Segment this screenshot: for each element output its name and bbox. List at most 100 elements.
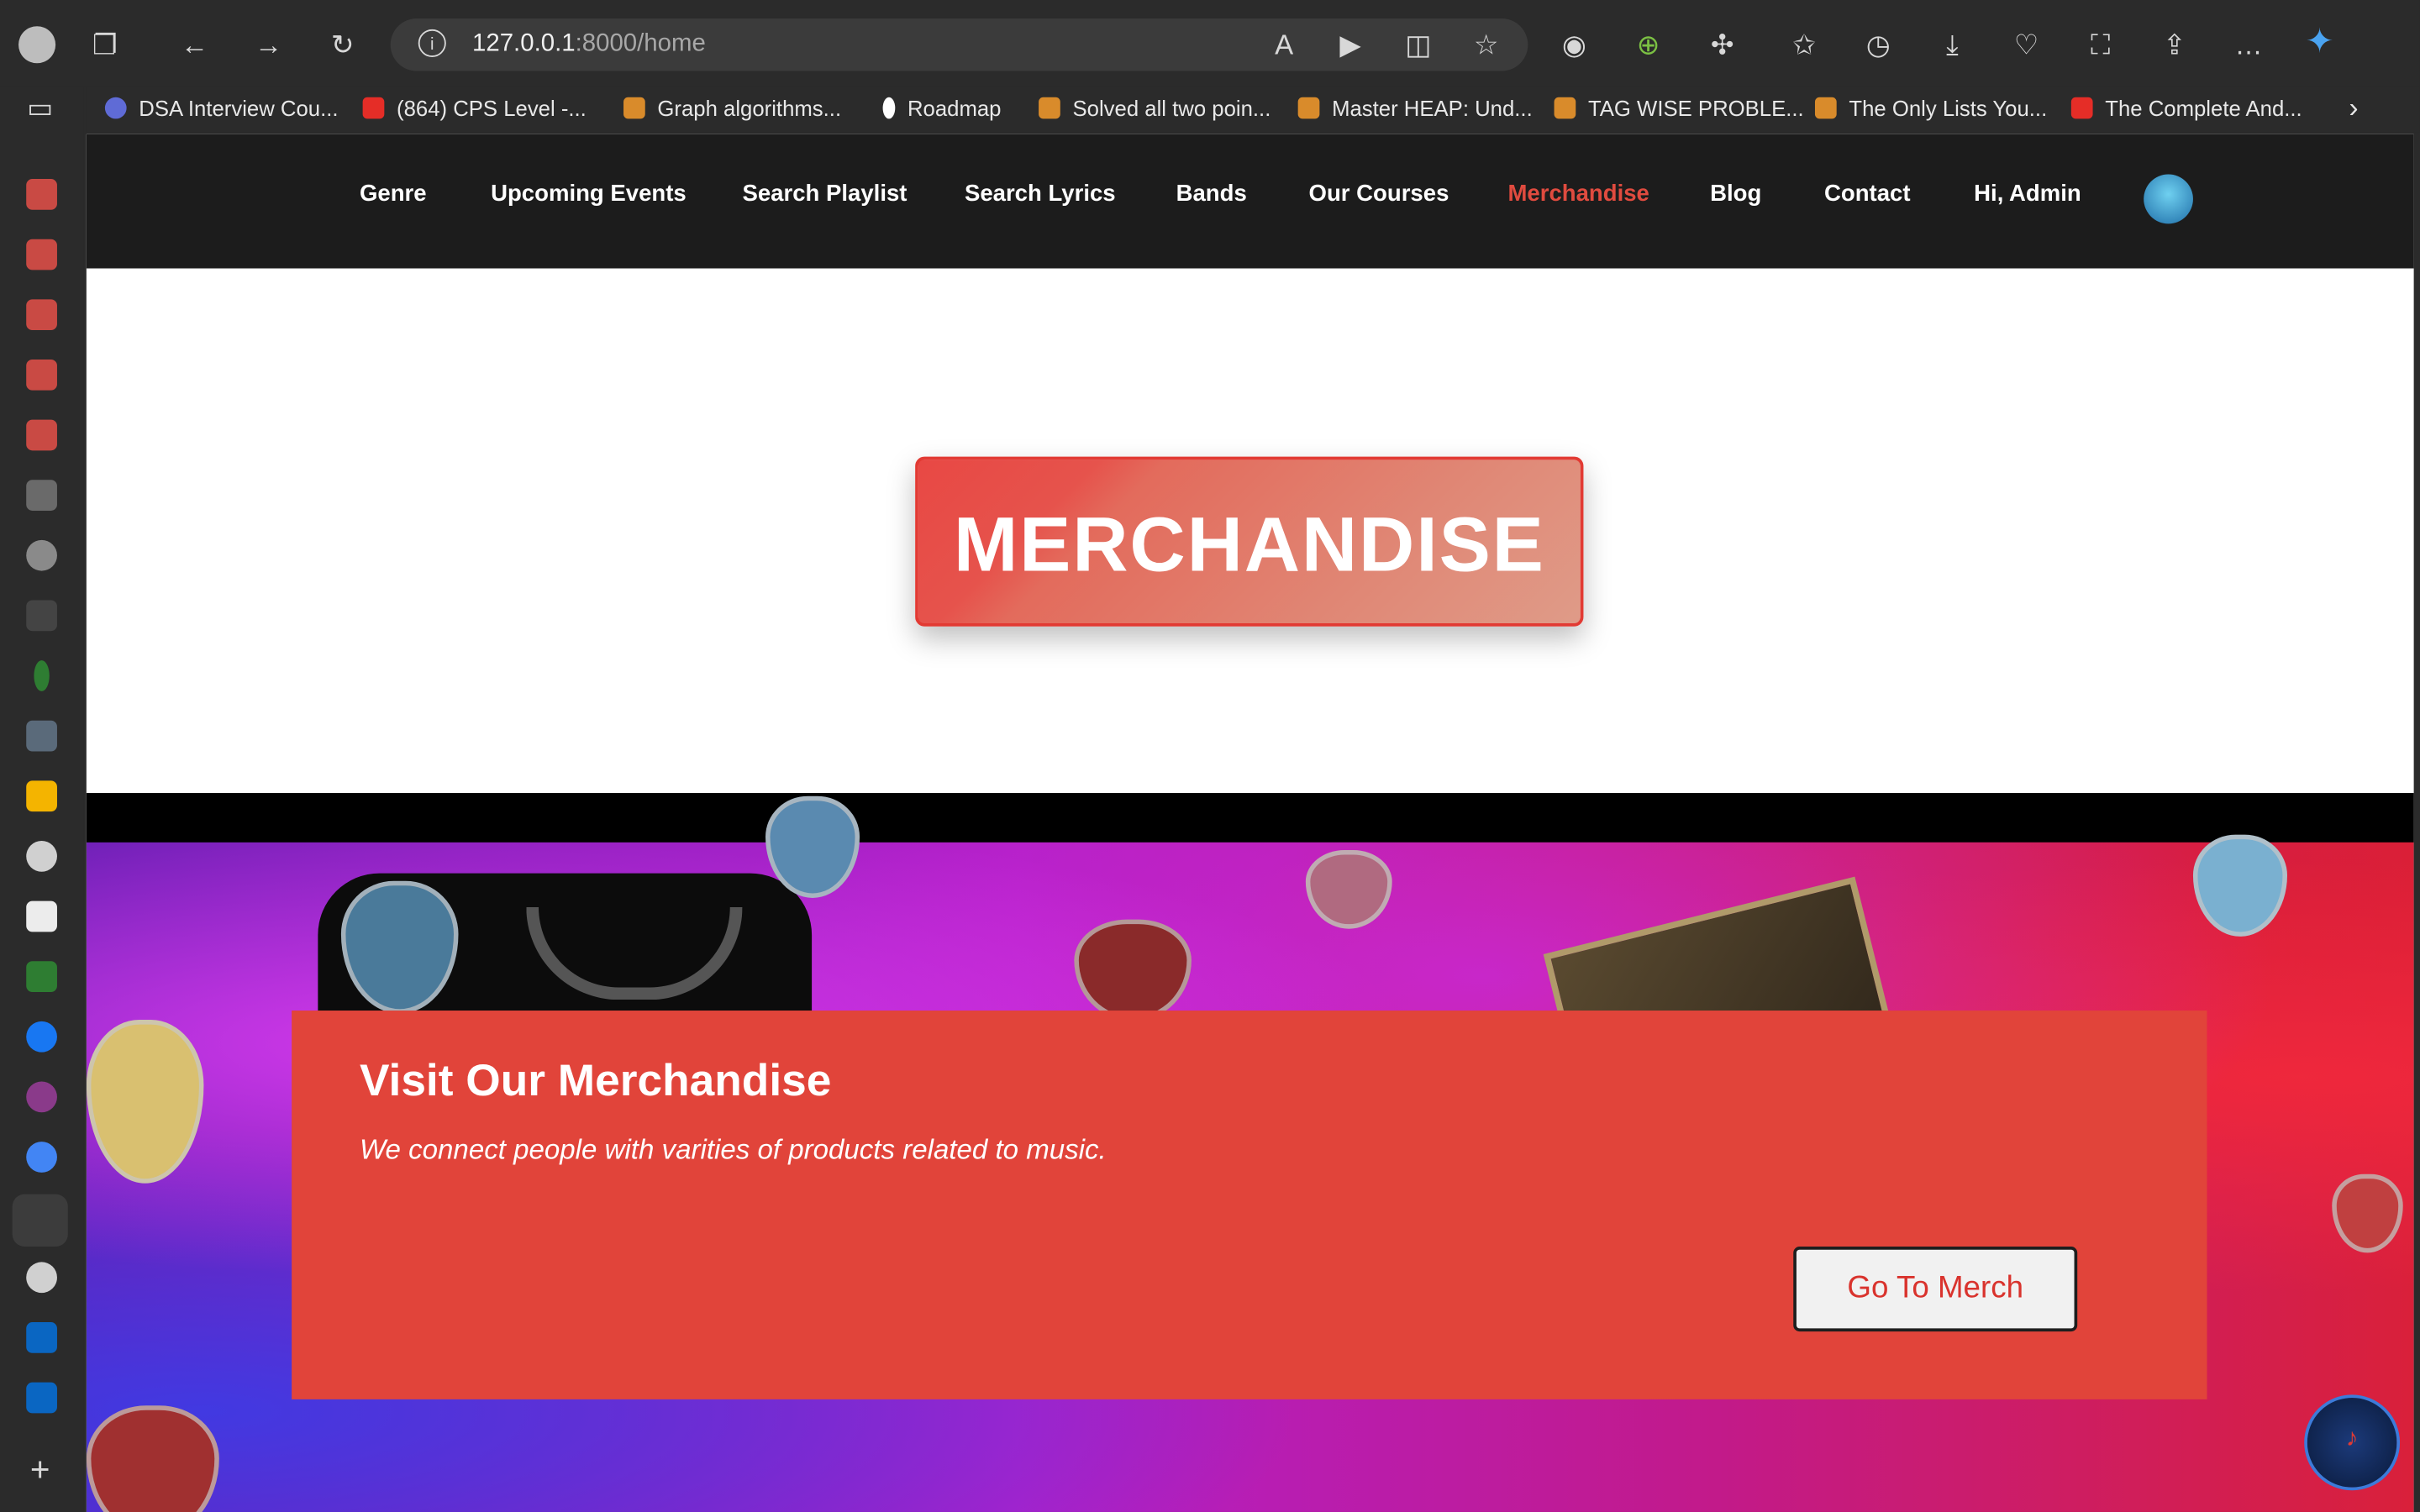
bookmark-item[interactable]: The Complete And... — [2070, 91, 2302, 124]
bookmark-label: TAG WISE PROBLE... — [1587, 95, 1804, 121]
downloads-icon[interactable]: ⤓ — [1931, 26, 1974, 63]
forward-icon[interactable]: → — [247, 26, 290, 63]
nav-user-greeting[interactable]: Hi, Admin — [1974, 181, 2081, 207]
leetcode-icon — [1297, 97, 1320, 119]
chatgpt-tab-icon[interactable] — [26, 1262, 57, 1294]
pdf-tab-icon[interactable] — [26, 239, 57, 270]
nav-search-lyrics[interactable]: Search Lyrics — [965, 181, 1116, 207]
bookmark-label: The Only Lists You... — [1849, 95, 2048, 121]
history-icon[interactable]: ◷ — [1857, 26, 1900, 63]
extensions-icon[interactable]: ✣ — [1701, 26, 1744, 63]
nav-bands[interactable]: Bands — [1176, 181, 1247, 207]
tabs-icon[interactable]: ❐ — [83, 26, 126, 63]
extension-glasses-icon[interactable]: ◉ — [1553, 26, 1596, 63]
active-document-tab-icon[interactable] — [12, 1194, 68, 1247]
bookmark-label: Roadmap — [907, 95, 1002, 121]
triangle-tab-icon[interactable] — [26, 720, 57, 752]
new-tab-plus-icon[interactable]: + — [18, 1451, 61, 1488]
leaf-tab-icon[interactable] — [26, 961, 57, 992]
guitar-pick-image — [2192, 834, 2287, 937]
address-bar[interactable]: i 127.0.0.1:8000/home A ▶ ◫ ☆ — [390, 18, 1528, 71]
folder-tab-icon[interactable] — [26, 600, 57, 632]
leetcode-icon — [1554, 97, 1576, 119]
nav-genre[interactable]: Genre — [360, 181, 427, 207]
site-info-icon[interactable]: i — [418, 29, 446, 57]
bookmark-label: (864) CPS Level -... — [397, 95, 587, 121]
building-tab-icon[interactable] — [26, 480, 57, 511]
bookmark-item[interactable]: Master HEAP: Und... — [1297, 91, 1533, 124]
bookmark-item[interactable]: DSA Interview Cou... — [104, 91, 339, 124]
mongodb-tab-icon[interactable] — [34, 660, 50, 691]
bookmarks-more-chevron-icon[interactable]: › — [2349, 91, 2358, 124]
profile-tab-icon[interactable] — [26, 1081, 57, 1113]
hero-section: MERCHANDISE — [86, 268, 2414, 860]
guitar-pick-image — [1074, 919, 1192, 1021]
profile-avatar[interactable] — [18, 26, 56, 64]
merch-heading: Visit Our Merchandise — [359, 1057, 832, 1106]
read-aloud-icon[interactable]: A — [1262, 26, 1305, 63]
merchandise-title-badge: MERCHANDISE — [915, 456, 1584, 627]
bookmark-label: Master HEAP: Und... — [1332, 95, 1533, 121]
favorite-star-icon[interactable]: ☆ — [1465, 26, 1507, 63]
github-tab-icon[interactable] — [26, 841, 57, 872]
site-navbar: Genre Upcoming Events Search Playlist Se… — [86, 134, 2414, 269]
bookmark-item[interactable]: Graph algorithms... — [623, 91, 841, 124]
facebook-tab-icon[interactable] — [26, 1021, 57, 1053]
bookmark-item[interactable]: (864) CPS Level -... — [362, 91, 587, 124]
copilot-icon[interactable]: ✦ — [2298, 23, 2341, 60]
guitar-pick-image — [86, 1020, 204, 1184]
bookmark-label: The Complete And... — [2105, 95, 2302, 121]
guitar-pick-image — [1305, 850, 1392, 929]
youtube-icon — [362, 97, 385, 119]
nav-our-courses[interactable]: Our Courses — [1309, 181, 1449, 207]
split-screen-icon[interactable]: ◫ — [1397, 26, 1439, 63]
page-title: MERCHANDISE — [953, 501, 1545, 588]
replit-tab-icon[interactable] — [26, 900, 57, 932]
pdf-tab-icon[interactable] — [26, 359, 57, 391]
rocket-icon — [882, 97, 896, 119]
nav-search-playlist[interactable]: Search Playlist — [742, 181, 907, 207]
bookmark-item[interactable]: TAG WISE PROBLE... — [1554, 91, 1804, 124]
url-host: 127.0.0.1 — [472, 30, 576, 57]
google-tab-icon[interactable] — [26, 1142, 57, 1173]
linkedin-tab-icon[interactable] — [26, 1322, 57, 1353]
leetcode-icon — [1039, 97, 1060, 119]
nav-merchandise[interactable]: Merchandise — [1507, 181, 1649, 207]
chatgpt-tab-icon[interactable] — [26, 539, 57, 571]
sidebar-toggle-icon[interactable]: ▭ — [18, 90, 61, 127]
drive-tab-icon[interactable] — [26, 780, 57, 812]
reload-icon[interactable]: ↻ — [321, 26, 364, 63]
pdf-tab-icon[interactable] — [26, 419, 57, 451]
nav-contact[interactable]: Contact — [1824, 181, 1911, 207]
browser-essentials-icon[interactable]: ♡ — [2005, 26, 2048, 63]
site-logo-icon[interactable]: ♪ — [2304, 1394, 2401, 1491]
leetcode-icon — [623, 97, 645, 119]
merch-banner: Visit Our Merchandise We connect people … — [86, 793, 2414, 1512]
url-text[interactable]: 127.0.0.1:8000/home — [472, 31, 706, 59]
bookmark-item[interactable]: The Only Lists You... — [1814, 91, 2048, 124]
pdf-tab-icon[interactable] — [26, 299, 57, 331]
pdf-tab-icon[interactable] — [26, 179, 57, 210]
bookmark-item[interactable]: Solved all two poin... — [1039, 91, 1270, 124]
web-page: Genre Upcoming Events Search Playlist Se… — [86, 134, 2414, 1512]
screenshot-icon[interactable]: ⛶ — [2079, 26, 2122, 63]
bookmark-item[interactable]: Roadmap — [882, 91, 1002, 124]
more-menu-icon[interactable]: … — [2227, 26, 2270, 63]
back-icon[interactable]: ← — [173, 26, 216, 63]
url-path: :8000/home — [575, 30, 706, 57]
user-avatar[interactable] — [2144, 174, 2193, 224]
extension-plus-icon[interactable]: ⊕ — [1627, 26, 1670, 63]
go-to-merch-button[interactable]: Go To Merch — [1793, 1247, 2078, 1332]
linkedin-tab-icon[interactable] — [26, 1382, 57, 1414]
bookmark-label: Solved all two poin... — [1072, 95, 1271, 121]
bookmarks-bar: DSA Interview Cou... (864) CPS Level -..… — [86, 86, 2420, 133]
favorites-icon[interactable]: ✩ — [1782, 26, 1825, 63]
nav-upcoming-events[interactable]: Upcoming Events — [491, 181, 687, 207]
bookmark-label: DSA Interview Cou... — [139, 95, 339, 121]
browser-toolbar: ❐ ← → ↻ i 127.0.0.1:8000/home A ▶ ◫ ☆ ◉ … — [0, 0, 2420, 87]
merch-subtitle: We connect people with varities of produ… — [359, 1133, 1107, 1165]
media-icon[interactable]: ▶ — [1328, 26, 1371, 63]
share-icon[interactable]: ⇪ — [2153, 26, 2196, 63]
nav-blog[interactable]: Blog — [1710, 181, 1761, 207]
youtube-icon — [2070, 97, 2093, 119]
